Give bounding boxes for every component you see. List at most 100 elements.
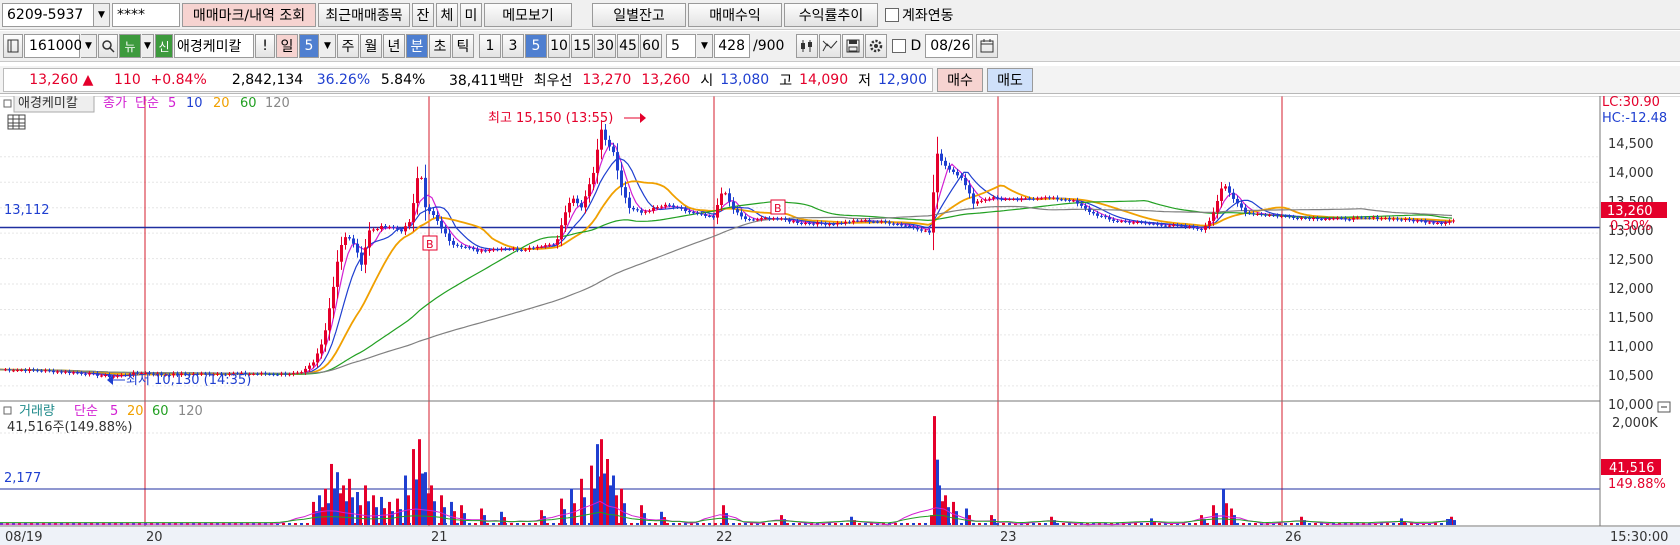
volume-bar (1134, 523, 1137, 525)
candle-body (1328, 218, 1331, 220)
recent-trades-button[interactable]: 최근매매종목 (318, 2, 410, 27)
x-axis-time: 15:30:00 (1610, 530, 1668, 545)
account-link-checkbox[interactable] (885, 7, 899, 22)
candle-body (756, 219, 759, 221)
volume-bar (972, 523, 975, 525)
candle-body (1052, 197, 1055, 199)
volume-bar (510, 523, 513, 525)
panel-icon[interactable] (3, 34, 23, 58)
volume-bar (576, 523, 579, 525)
period-second-button[interactable]: 초 (429, 34, 451, 58)
code-dropdown-icon[interactable]: ▼ (81, 34, 97, 58)
candle-body (1080, 203, 1083, 206)
period-tick-button[interactable]: 틱 (452, 34, 474, 58)
volume-bar (540, 510, 543, 525)
volume-bar (660, 511, 663, 525)
d-checkbox[interactable] (892, 39, 907, 53)
calendar-button[interactable] (976, 34, 999, 58)
balance-button[interactable]: 잔 (412, 2, 434, 27)
period-month-button[interactable]: 월 (360, 34, 382, 58)
candle-body (1188, 226, 1191, 228)
candle-body (1108, 217, 1111, 220)
period-week-button[interactable]: 주 (337, 34, 359, 58)
stock-code-input[interactable]: 161000 (24, 34, 82, 58)
quote-change-pct: +0.84% (150, 71, 207, 88)
period-day-button[interactable]: 일 (276, 34, 298, 58)
trade-profit-button[interactable]: 매매수익 (688, 2, 782, 27)
account-link-toggle[interactable]: 계좌연동 (880, 3, 959, 27)
candle-body (1428, 222, 1431, 224)
volume-bar (1453, 520, 1456, 525)
period-year-button[interactable]: 년 (383, 34, 405, 58)
candle-body (1372, 217, 1375, 219)
profit-trend-button[interactable]: 수익률추이 (784, 2, 878, 27)
settings-button[interactable] (865, 34, 888, 58)
interval-1-button[interactable]: 1 (479, 34, 501, 58)
candle-body (1208, 220, 1211, 226)
memo-button[interactable]: 메모보기 (484, 2, 572, 27)
daily-balance-button[interactable]: 일별잔고 (592, 2, 686, 27)
unfilled-button[interactable]: 미 (460, 2, 482, 27)
candle-body (400, 229, 403, 232)
count-dropdown-icon[interactable]: ▼ (697, 34, 713, 58)
volume-bar (288, 523, 291, 525)
candle-body (1212, 212, 1215, 221)
candle-body (1244, 207, 1247, 213)
period-minute-button[interactable]: 분 (406, 34, 428, 58)
candle-body (4, 369, 7, 371)
volume-bar (654, 523, 657, 525)
account-dropdown-icon[interactable]: ▼ (94, 2, 110, 27)
volume-bar (1002, 523, 1005, 525)
alert-button[interactable]: ! (255, 34, 275, 58)
candle-body (1008, 199, 1011, 201)
candle-body (924, 230, 927, 232)
interval-5-button[interactable]: 5 (525, 34, 547, 58)
interval-15-button[interactable]: 15 (571, 34, 593, 58)
candle-body (120, 374, 123, 376)
candle-body (1444, 222, 1447, 224)
volume-bar (609, 485, 612, 525)
candle-body (804, 223, 807, 225)
period-dropdown-icon[interactable]: ▼ (320, 34, 336, 58)
search-button[interactable] (98, 34, 118, 58)
candle-body (1200, 228, 1203, 230)
password-input[interactable]: **** (112, 2, 180, 27)
candle-body (824, 223, 827, 225)
count-select[interactable]: 5 (666, 34, 696, 58)
interval-30-button[interactable]: 30 (594, 34, 616, 58)
candle-body (308, 365, 311, 369)
candle-body (1316, 217, 1319, 220)
table-view-icon[interactable] (7, 114, 26, 130)
interval-45-button[interactable]: 45 (617, 34, 639, 58)
candle-body (1448, 221, 1451, 223)
interval-10-button[interactable]: 10 (548, 34, 570, 58)
x-label-26: 26 (1285, 530, 1302, 545)
interval-60-button[interactable]: 60 (640, 34, 662, 58)
date-input[interactable]: 08/26 (925, 34, 974, 58)
candle-style-button[interactable] (796, 34, 819, 58)
volume-bar (1194, 523, 1197, 525)
period-day-value[interactable]: 5 (299, 34, 319, 58)
stock-name-field[interactable]: 애경케미칼 (174, 34, 254, 58)
price-chart[interactable]: 애경케미칼 종가 단순 5 10 20 60 120 14,500 14,000… (0, 96, 1680, 545)
candle-body (1292, 216, 1295, 219)
trade-mark-button[interactable]: 매매마크/내역 조회 (182, 2, 316, 27)
candle-body (972, 193, 975, 204)
candle-body (852, 220, 855, 223)
filled-button[interactable]: 체 (436, 2, 458, 27)
sell-button[interactable]: 매도 (987, 67, 1033, 92)
news-button[interactable]: 뉴 (119, 34, 141, 58)
volume-bar (318, 495, 321, 525)
interval-3-button[interactable]: 3 (502, 34, 524, 58)
crosshair-button[interactable] (819, 34, 842, 58)
volume-bar (528, 523, 531, 525)
volume-bar (1225, 503, 1228, 525)
news-dropdown-icon[interactable]: ▼ (142, 34, 154, 58)
count-input[interactable]: 428 (714, 34, 750, 58)
account-input[interactable]: 6209-5937 (2, 2, 94, 27)
buy-button[interactable]: 매수 (937, 67, 983, 92)
candle-body (1012, 198, 1015, 200)
count-value: 428 (718, 38, 745, 54)
save-button[interactable] (842, 34, 865, 58)
volume-bar (623, 503, 626, 525)
